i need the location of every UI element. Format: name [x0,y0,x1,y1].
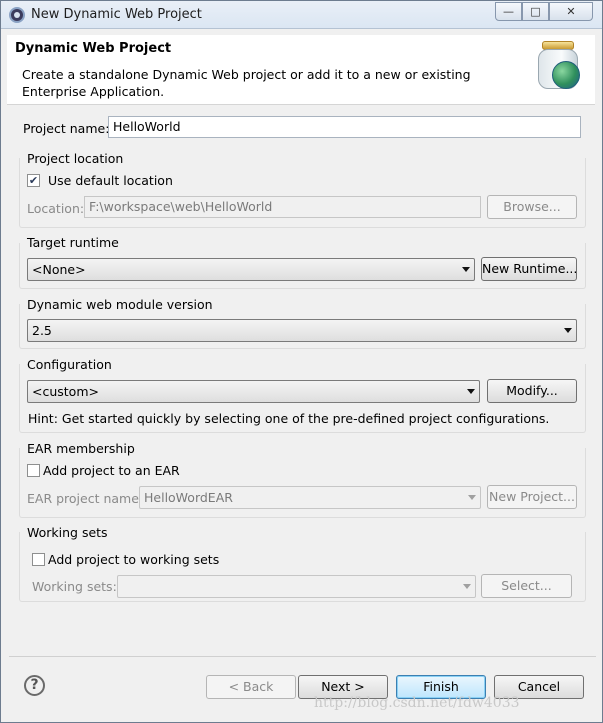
project-name-label: Project name: [23,121,110,136]
jar-globe-icon [534,41,584,93]
add-to-working-sets-label: Add project to working sets [48,552,220,567]
watermark-text: http://blog.csdn.net/fdw4033 [314,695,520,711]
project-name-input[interactable]: HelloWorld [108,116,581,138]
configuration-select[interactable]: <custom> [27,380,480,403]
target-runtime-select[interactable]: <None> [27,258,475,281]
location-input[interactable]: F:\workspace\web\HelloWorld [84,196,481,218]
eclipse-app-icon [9,7,25,23]
browse-button[interactable]: Browse... [487,195,577,219]
use-default-location-checkbox[interactable]: ✔ [27,174,40,187]
add-to-ear-checkbox[interactable] [27,464,40,477]
target-runtime-value: <None> [32,262,86,277]
ear-project-name-label: EAR project name: [27,491,144,506]
maximize-button[interactable]: □ [522,2,549,21]
chevron-down-icon [463,584,471,589]
working-sets-label: Working sets: [32,579,117,594]
ear-project-name-value: HelloWordEAR [144,490,233,505]
new-runtime-button[interactable]: New Runtime... [481,257,577,281]
wizard-description: Create a standalone Dynamic Web project … [22,67,471,99]
close-button[interactable]: ✕ [549,2,593,21]
select-working-sets-button[interactable]: Select... [481,574,572,598]
modify-button[interactable]: Modify... [487,379,577,403]
dialog-window: New Dynamic Web Project — □ ✕ Dynamic We… [0,0,603,723]
configuration-hint: Hint: Get started quickly by selecting o… [28,411,550,426]
module-version-value: 2.5 [32,323,52,338]
add-to-working-sets-checkbox[interactable] [32,553,45,566]
add-to-ear-label: Add project to an EAR [43,463,180,478]
footer-separator [9,656,596,657]
title-bar: New Dynamic Web Project — □ ✕ [1,1,602,29]
location-label: Location: [27,201,85,216]
module-version-select[interactable]: 2.5 [27,319,577,342]
wizard-header: Dynamic Web Project Create a standalone … [7,35,595,105]
window-title: New Dynamic Web Project [31,7,202,22]
wizard-title: Dynamic Web Project [15,41,172,56]
chevron-down-icon [564,328,572,333]
ear-project-name-select[interactable]: HelloWordEAR [139,486,481,509]
chevron-down-icon [462,267,470,272]
chevron-down-icon [467,389,475,394]
working-sets-select[interactable] [117,575,476,598]
back-button[interactable]: < Back [206,675,296,699]
minimize-button[interactable]: — [495,2,522,21]
new-ear-project-button[interactable]: New Project... [487,485,577,509]
configuration-value: <custom> [32,384,99,399]
use-default-location-label: Use default location [48,173,173,188]
chevron-down-icon [468,495,476,500]
help-icon[interactable]: ? [24,675,45,696]
